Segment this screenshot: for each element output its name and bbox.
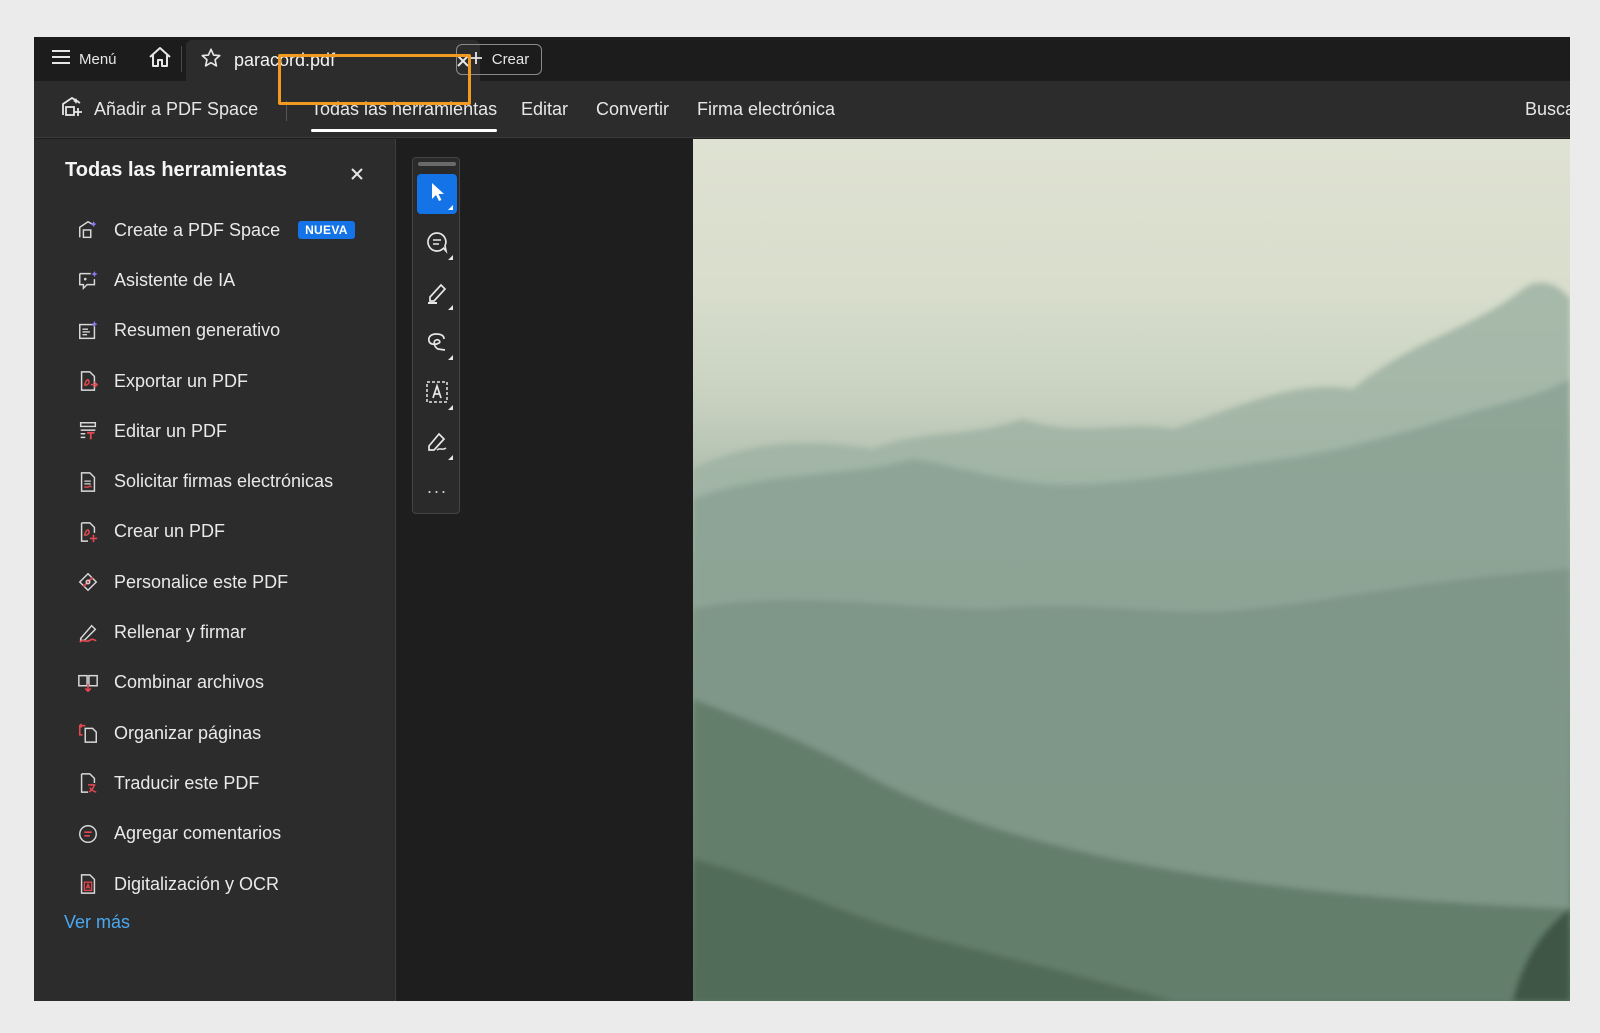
tool-label: Editar un PDF <box>114 420 228 441</box>
tool-scan-ocr[interactable]: Digitalización y OCR <box>34 859 396 909</box>
request-signatures-icon <box>76 470 100 494</box>
add-to-pdf-space-button[interactable]: Añadir a PDF Space <box>60 81 258 138</box>
more-tools-icon[interactable]: ··· <box>417 476 457 506</box>
tab-convert[interactable]: Convertir <box>596 81 669 138</box>
tool-label: Digitalización y OCR <box>114 873 280 894</box>
fill-sign-icon <box>76 621 100 645</box>
pdf-space-add-icon <box>60 95 84 124</box>
tool-label: Traducir este PDF <box>114 772 260 793</box>
tool-label: Solicitar firmas electrónicas <box>114 471 334 492</box>
all-tools-panel: Todas las herramientas Create a PDF Spac… <box>34 139 396 1001</box>
home-button[interactable] <box>143 37 177 81</box>
organize-pages-icon <box>76 721 100 745</box>
title-bar: Menú paracord.pdf Crear <box>34 37 1570 81</box>
tool-request-signatures[interactable]: Solicitar firmas electrónicas <box>34 456 396 506</box>
tool-label: Personalice este PDF <box>114 571 289 592</box>
ai-assistant-icon <box>76 268 100 292</box>
tool-create-pdf[interactable]: Crear un PDF <box>34 507 396 557</box>
hamburger-icon <box>52 50 70 68</box>
edit-pdf-icon <box>76 419 100 443</box>
comment-tool-button[interactable] <box>417 224 457 264</box>
document-page-image <box>693 282 1570 1001</box>
sign-icon <box>425 430 449 459</box>
create-pdf-icon <box>76 520 100 544</box>
see-more-link[interactable]: Ver más <box>64 912 130 933</box>
draw-tool-button[interactable] <box>417 324 457 364</box>
plus-icon <box>469 51 483 69</box>
customize-pdf-icon <box>76 570 100 594</box>
scan-ocr-icon <box>76 872 100 896</box>
tab-label: Firma electrónica <box>697 99 836 119</box>
tool-fill-sign[interactable]: Rellenar y firmar <box>34 607 396 657</box>
pdf-space-icon <box>76 218 100 242</box>
tool-ai-assistant[interactable]: Asistente de IA <box>34 255 396 305</box>
tool-organize-pages[interactable]: Organizar páginas <box>34 708 396 758</box>
tool-add-comments[interactable]: Agregar comentarios <box>34 809 396 859</box>
tab-e-signature[interactable]: Firma electrónica <box>697 81 835 138</box>
divider <box>286 101 287 121</box>
select-tool-button[interactable] <box>417 174 457 214</box>
document-canvas[interactable] <box>693 139 1570 1001</box>
comment-icon <box>425 230 449 259</box>
tool-label: Asistente de IA <box>114 269 236 290</box>
select-icon <box>427 181 447 208</box>
star-icon[interactable] <box>200 47 222 74</box>
highlight-tool-button[interactable] <box>417 274 457 314</box>
panel-title: Todas las herramientas <box>65 159 287 181</box>
search-label: Busca <box>1525 99 1570 119</box>
acrobat-window: Menú paracord.pdf Crear Añadir a PDF Spa… <box>34 37 1570 1001</box>
document-tab-title: paracord.pdf <box>234 50 336 70</box>
tool-export-pdf[interactable]: Exportar un PDF <box>34 356 396 406</box>
tool-edit-pdf[interactable]: Editar un PDF <box>34 406 396 456</box>
tool-label: Crear un PDF <box>114 521 226 542</box>
add-comments-icon <box>76 822 100 846</box>
tool-label: Combinar archivos <box>114 672 265 693</box>
document-tab[interactable]: paracord.pdf <box>186 40 480 81</box>
menu-button[interactable]: Menú <box>34 37 138 81</box>
tab-label: Convertir <box>596 99 670 119</box>
tool-label: Create a PDF Space <box>114 219 281 240</box>
tool-generative-summary[interactable]: Resumen generativo <box>34 306 396 356</box>
create-label: Crear <box>491 51 530 68</box>
menu-label: Menú <box>79 50 117 68</box>
tool-label: Organizar páginas <box>114 722 262 743</box>
translate-pdf-icon <box>76 771 100 795</box>
tab-label: Editar <box>521 99 569 119</box>
close-panel-icon[interactable] <box>346 163 368 185</box>
sign-tool-button[interactable] <box>417 424 457 464</box>
tool-customize-pdf[interactable]: Personalice este PDF <box>34 557 396 607</box>
lasso-draw-icon <box>425 330 449 359</box>
highlight-pen-icon <box>425 280 449 309</box>
tool-label: Exportar un PDF <box>114 370 249 391</box>
quick-tools-rail: ··· <box>412 157 460 514</box>
combine-files-icon <box>76 671 100 695</box>
tool-create-pdf-space[interactable]: Create a PDF Space NUEVA <box>34 205 396 255</box>
tool-label: Resumen generativo <box>114 320 281 341</box>
divider <box>181 46 182 72</box>
main-toolbar: Añadir a PDF Space Todas las herramienta… <box>34 81 1570 138</box>
tab-edit[interactable]: Editar <box>521 81 568 138</box>
generative-summary-icon <box>76 319 100 343</box>
text-tool-button[interactable] <box>417 374 457 414</box>
add-to-pdf-space-label: Añadir a PDF Space <box>94 99 259 119</box>
tool-list: Create a PDF Space NUEVA Asistente de IA… <box>34 205 396 909</box>
rail-drag-handle[interactable] <box>418 162 456 166</box>
export-pdf-icon <box>76 369 100 393</box>
text-select-icon <box>425 380 449 409</box>
tab-all-tools[interactable]: Todas las herramientas <box>311 81 498 138</box>
create-button[interactable]: Crear <box>456 44 542 75</box>
tab-label: Todas las herramientas <box>311 99 498 119</box>
tool-label: Agregar comentarios <box>114 823 282 844</box>
tool-label: Rellenar y firmar <box>114 622 247 643</box>
home-icon <box>148 46 172 73</box>
tool-translate-pdf[interactable]: Traducir este PDF <box>34 758 396 808</box>
search-button[interactable]: Busca <box>1525 81 1570 138</box>
new-badge: NUEVA <box>298 221 355 240</box>
tool-combine-files[interactable]: Combinar archivos <box>34 658 396 708</box>
